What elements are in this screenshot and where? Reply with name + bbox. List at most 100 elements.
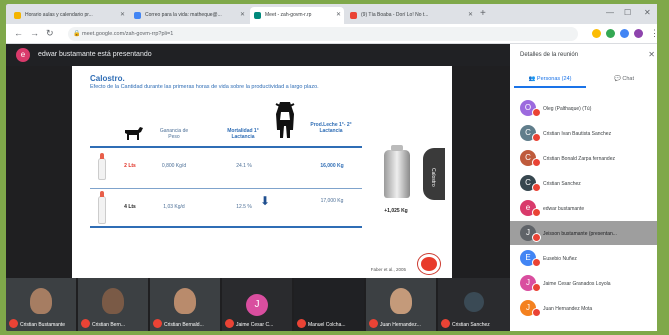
participant-name: Cristian Bonald Zarpa fernandez	[543, 156, 615, 162]
cow-icon	[275, 102, 295, 138]
close-tab-icon[interactable]: ✕	[336, 11, 341, 18]
maximize-button[interactable]: ☐	[624, 8, 631, 17]
close-tab-icon[interactable]: ✕	[120, 11, 125, 18]
participant-tile[interactable]: Cristian Bern...	[78, 278, 148, 331]
participant-video	[174, 288, 196, 314]
header-gain: Ganancia de Peso	[159, 128, 189, 140]
mic-off-icon	[532, 108, 541, 117]
list-item[interactable]: e edwar bustamante	[510, 196, 663, 220]
reload-icon[interactable]: ↻	[46, 28, 54, 39]
mic-off-icon	[297, 319, 306, 328]
presenting-banner: e edwar bustamante está presentando	[6, 44, 510, 66]
back-arrow-icon[interactable]: ←	[14, 28, 23, 38]
close-tab-icon[interactable]: ✕	[468, 11, 473, 18]
mortality-cell: 12.5 %	[236, 204, 252, 210]
presenting-text: edwar bustamante está presentando	[38, 51, 152, 58]
mortality-cell: 24.1 %	[236, 163, 252, 169]
participant-name: Jaime Cesar C...	[236, 322, 274, 328]
close-tab-icon[interactable]: ✕	[240, 11, 245, 18]
participant-tile[interactable]: Cristian Sanchez	[438, 278, 510, 331]
youtube-icon	[350, 12, 357, 19]
mic-off-icon	[441, 319, 450, 328]
participant-name: Jeisson bustamante (presentan...	[543, 231, 617, 237]
participant-name: edwar bustamante	[543, 206, 585, 212]
tab-people[interactable]: 👥 Personas (24)	[514, 72, 586, 88]
tab-people-label: Personas (24)	[536, 76, 572, 82]
mic-off-icon	[532, 208, 541, 217]
url-text: meet.google.com/zah-govm-rrp?pli=1	[82, 31, 174, 37]
browser-tab-meet[interactable]: Meet - zah-govm-r.rp ✕	[250, 7, 344, 24]
close-window-button[interactable]: ✕	[644, 8, 651, 17]
participant-video	[30, 288, 52, 314]
tab-chat[interactable]: 💬 Chat	[588, 72, 660, 88]
participant-name: Cristian Sanchez	[543, 181, 581, 187]
browser-tab-youtube[interactable]: (9) Tía Boaba - Dorí Lo! No t... ✕	[346, 7, 476, 24]
background-border	[657, 0, 669, 335]
header-production: Prod.Leche 1°- 2° Lactancia	[310, 122, 352, 134]
bottle-small-icon	[98, 153, 106, 180]
participant-tile[interactable]: J Jaime Cesar C...	[222, 278, 292, 331]
difference-value: +1,025 Kg	[384, 208, 408, 214]
citation: Faber et al., 2005	[370, 267, 406, 272]
star-icon[interactable]	[592, 29, 601, 38]
extension-icon[interactable]	[606, 29, 615, 38]
participant-video	[102, 288, 124, 314]
profile-avatar[interactable]	[634, 29, 643, 38]
list-item[interactable]: C Cristian Ivan Bautista Sanchez	[510, 121, 663, 145]
participant-tile[interactable]: Juan Hernandez...	[366, 278, 436, 331]
slide-subtitle: Efecto de la Cantidad durante las primer…	[90, 84, 319, 90]
gain-cell: 0,800 Kg/d	[161, 163, 187, 169]
close-icon[interactable]: ✕	[648, 50, 655, 59]
meeting-details-panel: Detalles de la reunión ✕ 👥 Personas (24)…	[510, 44, 663, 331]
slide-title: Calostro.	[90, 74, 125, 83]
arrow-down-icon: ⬇	[260, 194, 271, 208]
browser-tab-bar: Horario aulas y calendario pr... ✕ Corre…	[6, 4, 663, 24]
participant-name: Cristian Bustamante	[20, 322, 66, 328]
amount-cell: 4 Lts	[124, 204, 136, 210]
participant-tile[interactable]: Manuel Colcha...	[294, 278, 364, 331]
mic-off-icon	[225, 319, 234, 328]
list-item[interactable]: J Jeisson bustamante (presentan...	[510, 221, 663, 245]
participant-name: Cristian Sanchez	[452, 322, 490, 328]
production-cell: 17,000 Kg	[320, 198, 344, 204]
participant-tile[interactable]: Cristian Bustamante	[6, 278, 76, 331]
list-item[interactable]: J Jaime Cesar Granados Loyola	[510, 271, 663, 295]
minimize-button[interactable]: —	[606, 8, 614, 17]
mic-off-icon	[81, 319, 90, 328]
slide-side-tab: Calostro	[423, 148, 445, 200]
address-bar-row: ← → ↻ 🔒 meet.google.com/zah-govm-rrp?pli…	[6, 24, 663, 44]
tab-chat-label: Chat	[622, 76, 634, 82]
list-item[interactable]: E Eusebio Nuñez	[510, 246, 663, 270]
list-item[interactable]: J Juan Hernandez Mota	[510, 296, 663, 320]
lock-icon: 🔒	[73, 31, 81, 37]
participant-avatar: J	[246, 294, 268, 316]
extension-icon[interactable]	[620, 29, 629, 38]
mic-off-icon	[532, 308, 541, 317]
list-item[interactable]: O Oleg (Palthaque) (Tú)	[510, 96, 663, 120]
list-item[interactable]: C Cristian Bonald Zarpa fernandez	[510, 146, 663, 170]
forward-arrow-icon[interactable]: →	[30, 28, 39, 38]
mic-off-icon	[532, 183, 541, 192]
participant-avatar	[464, 292, 484, 312]
browser-tab-correo[interactable]: Correo para la vida: matheque@... ✕	[130, 7, 248, 24]
mic-off-icon	[532, 158, 541, 167]
mic-off-icon	[369, 319, 378, 328]
table-bottom-rule	[90, 226, 362, 228]
url-field[interactable]: 🔒 meet.google.com/zah-govm-rrp?pli=1	[68, 27, 578, 41]
header-mortality: Mortalidad 1° Lactancia	[227, 128, 259, 140]
tab-label: Meet - zah-govm-r.rp	[265, 12, 312, 18]
bottle-large-icon	[98, 191, 106, 224]
tab-label: Horario aulas y calendario pr...	[25, 12, 93, 18]
participant-tile[interactable]: Cristian Bernald...	[150, 278, 220, 331]
panel-title: Detalles de la reunión	[520, 52, 579, 58]
participant-name: Juan Hernandez...	[380, 322, 421, 328]
mic-off-icon	[532, 133, 541, 142]
participant-name: Cristian Bernald...	[164, 322, 204, 328]
presenter-avatar: e	[16, 48, 30, 62]
browser-tab-horario[interactable]: Horario aulas y calendario pr... ✕	[10, 7, 128, 24]
mail-icon	[134, 12, 141, 19]
mic-off-icon	[532, 233, 541, 242]
participant-name: Manuel Colcha...	[308, 322, 346, 328]
list-item[interactable]: C Cristian Sanchez	[510, 171, 663, 195]
new-tab-button[interactable]: +	[480, 8, 486, 19]
